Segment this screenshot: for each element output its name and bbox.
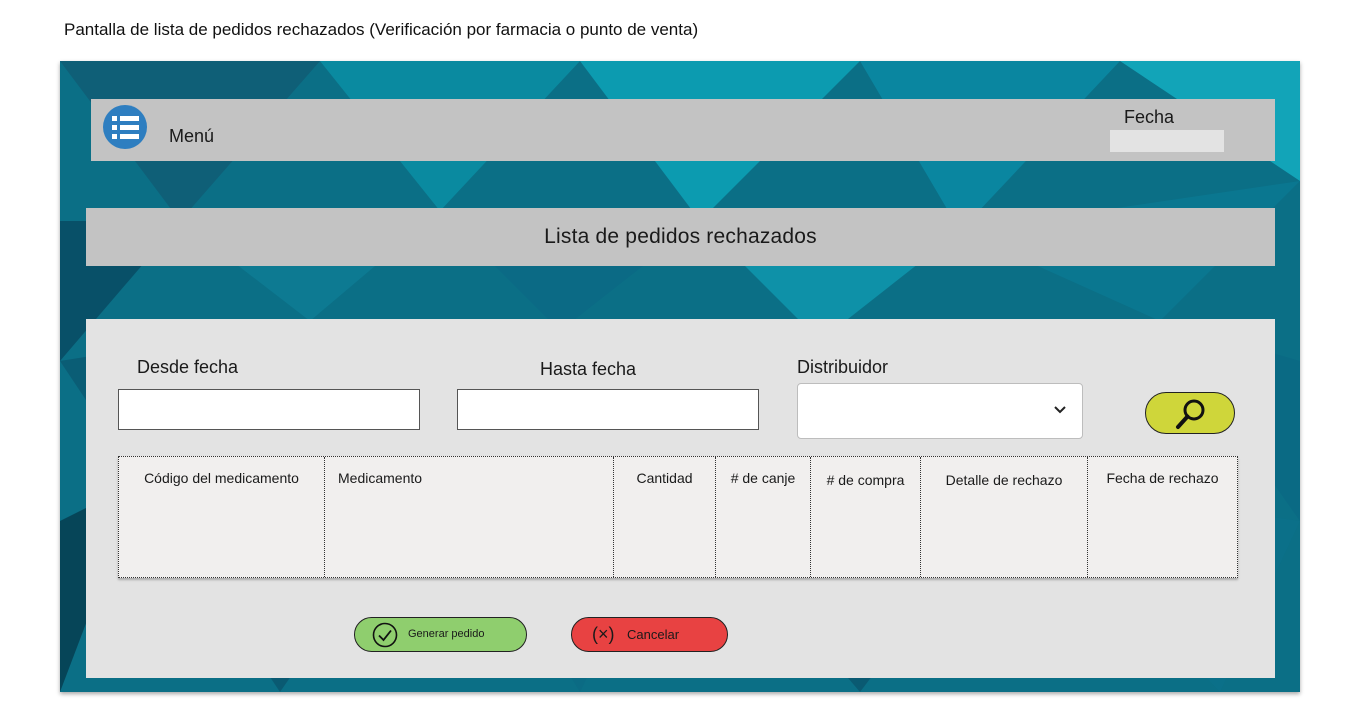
list-menu-icon[interactable] xyxy=(103,105,147,149)
column-header: Código del medicamento xyxy=(119,457,325,577)
column-header: Cantidad xyxy=(614,457,716,577)
magnifier-icon xyxy=(1176,399,1205,429)
distributor-select[interactable] xyxy=(797,383,1083,439)
search-button[interactable] xyxy=(1145,392,1235,434)
filter-panel: Desde fecha Hasta fecha Distribuidor Cód… xyxy=(86,319,1275,678)
column-header: # de canje xyxy=(716,457,811,577)
generate-order-button[interactable]: Generar pedido xyxy=(354,617,527,652)
from-date-input[interactable] xyxy=(118,389,420,430)
app-window: Menú Fecha Lista de pedidos rechazados D… xyxy=(60,61,1300,692)
page-title: Lista de pedidos rechazados xyxy=(86,208,1275,266)
page-caption: Pantalla de lista de pedidos rechazados … xyxy=(64,20,699,39)
rejected-orders-table: Código del medicamento Medicamento Canti… xyxy=(118,456,1238,578)
column-header: Fecha de rechazo xyxy=(1106,470,1219,486)
from-date-label: Desde fecha xyxy=(137,357,239,377)
x-parentheses-icon: (×) xyxy=(592,624,615,644)
menu-label[interactable]: Menú xyxy=(169,126,214,147)
chevron-down-icon xyxy=(1054,406,1066,414)
column-header: Detalle de rechazo xyxy=(921,457,1088,577)
to-date-label: Hasta fecha xyxy=(540,359,637,379)
column-header: Medicamento xyxy=(325,457,614,577)
distributor-label: Distribuidor xyxy=(797,357,889,377)
top-bar: Menú Fecha xyxy=(91,99,1275,161)
to-date-input[interactable] xyxy=(457,389,759,430)
date-label: Fecha xyxy=(1124,107,1175,127)
check-circle-icon xyxy=(372,622,398,648)
cancel-label: Cancelar xyxy=(627,627,680,642)
cancel-button[interactable]: (×) Cancelar xyxy=(571,617,728,652)
date-field[interactable] xyxy=(1110,130,1224,152)
column-header: # de compra xyxy=(811,457,921,577)
generate-order-label: Generar pedido xyxy=(408,628,485,640)
